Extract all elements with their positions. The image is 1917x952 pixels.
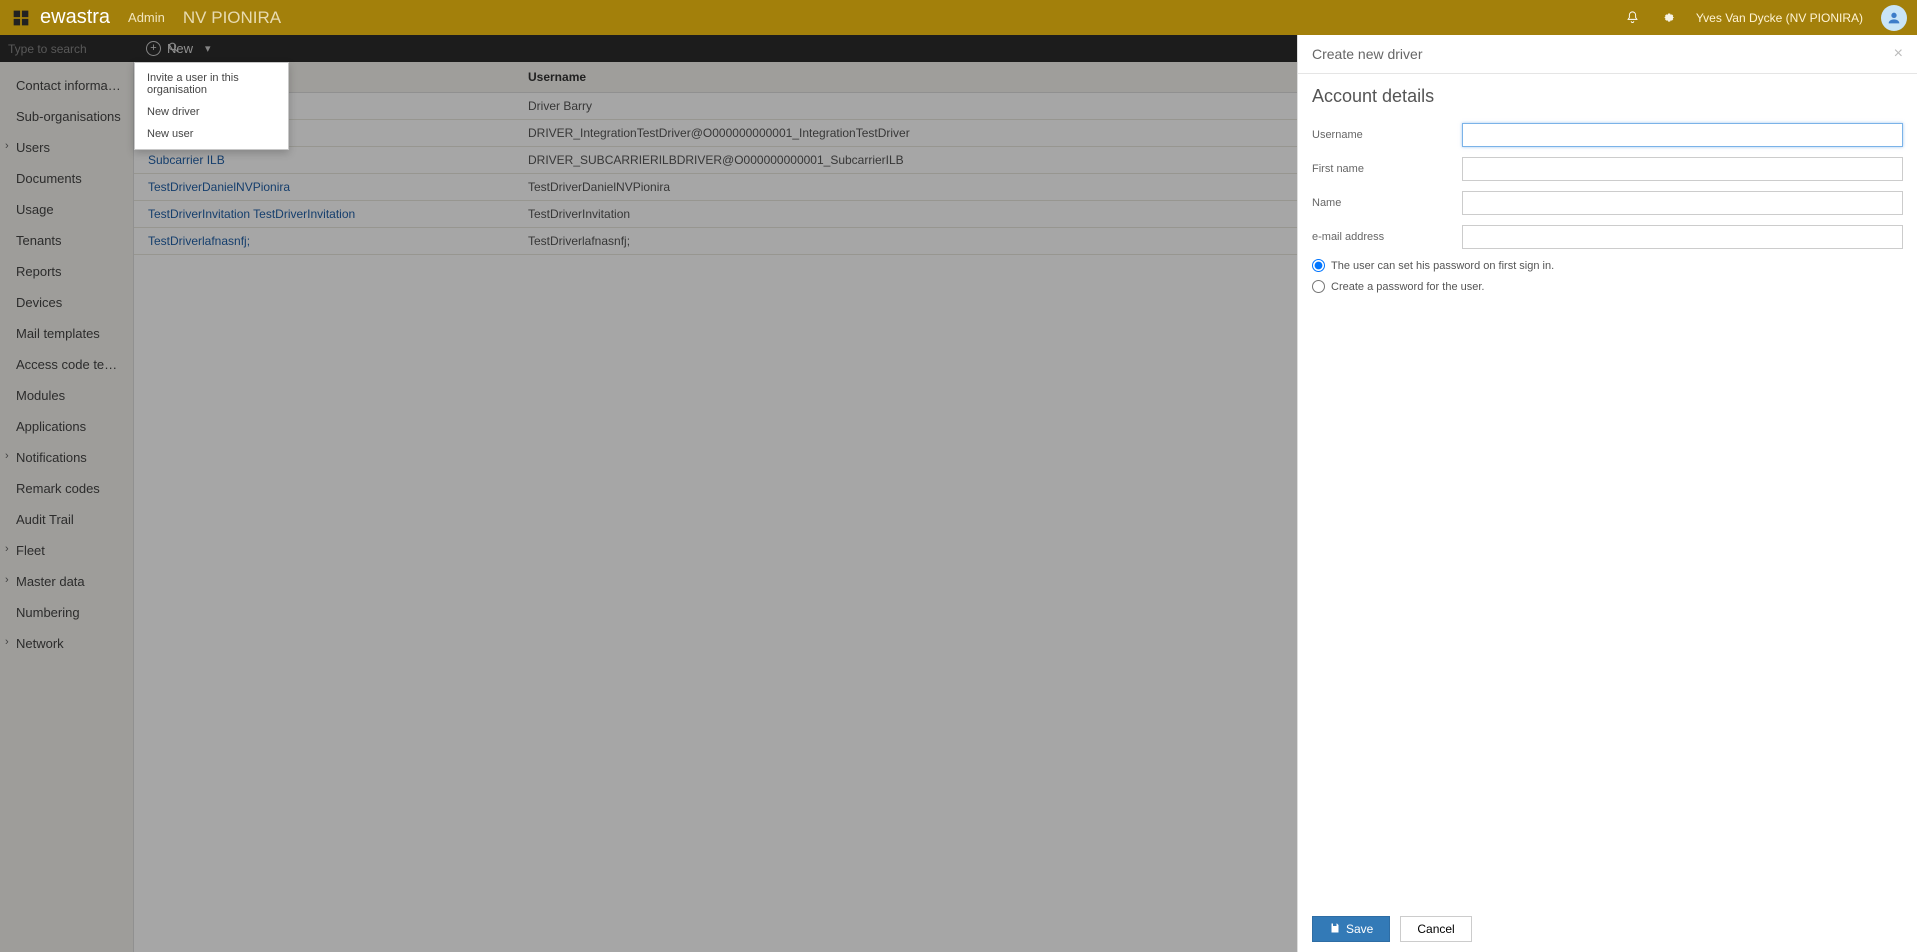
label-firstname: First name xyxy=(1312,163,1462,175)
label-email: e-mail address xyxy=(1312,231,1462,243)
email-field[interactable] xyxy=(1462,225,1903,249)
user-name[interactable]: Yves Van Dycke (NV PIONIRA) xyxy=(1696,11,1863,25)
cancel-button[interactable]: Cancel xyxy=(1400,916,1471,942)
panel-body: Account details Username First name Name… xyxy=(1298,74,1917,906)
radio-option-2[interactable]: Create a password for the user. xyxy=(1312,280,1903,293)
save-button[interactable]: Save xyxy=(1312,916,1390,942)
top-header: ewastra Admin NV PIONIRA Yves Van Dycke … xyxy=(0,0,1917,35)
panel-footer: Save Cancel xyxy=(1298,906,1917,952)
gear-icon[interactable] xyxy=(1660,9,1678,27)
cancel-label: Cancel xyxy=(1417,922,1454,936)
radio-label-1: The user can set his password on first s… xyxy=(1331,260,1554,272)
close-icon[interactable]: × xyxy=(1894,45,1903,63)
logo-text: ewastra xyxy=(40,6,110,29)
dropdown-item-invite-a-user-in-this-organisation[interactable]: Invite a user in this organisation xyxy=(135,67,288,101)
dropdown-item-new-user[interactable]: New user xyxy=(135,123,288,145)
avatar[interactable] xyxy=(1881,5,1907,31)
save-label: Save xyxy=(1346,922,1373,936)
bell-icon[interactable] xyxy=(1624,9,1642,27)
dropdown-item-new-driver[interactable]: New driver xyxy=(135,101,288,123)
label-name: Name xyxy=(1312,197,1462,209)
radio-label-2: Create a password for the user. xyxy=(1331,281,1484,293)
radio-first-signin[interactable] xyxy=(1312,259,1325,272)
create-driver-panel: Create new driver × Account details User… xyxy=(1297,35,1917,952)
name-field[interactable] xyxy=(1462,191,1903,215)
label-username: Username xyxy=(1312,129,1462,141)
radio-option-1[interactable]: The user can set his password on first s… xyxy=(1312,259,1903,272)
logo-area: ewastra Admin NV PIONIRA xyxy=(10,6,281,29)
panel-header: Create new driver × xyxy=(1298,35,1917,74)
new-dropdown: Invite a user in this organisationNew dr… xyxy=(134,62,289,150)
radio-create-password[interactable] xyxy=(1312,280,1325,293)
header-right: Yves Van Dycke (NV PIONIRA) xyxy=(1624,5,1907,31)
username-field[interactable] xyxy=(1462,123,1903,147)
section-title: Account details xyxy=(1312,86,1903,107)
save-icon xyxy=(1329,922,1341,937)
firstname-field[interactable] xyxy=(1462,157,1903,181)
org-name: NV PIONIRA xyxy=(183,8,281,28)
logo-icon xyxy=(10,7,32,29)
admin-label: Admin xyxy=(128,10,165,25)
panel-title: Create new driver xyxy=(1312,46,1423,62)
